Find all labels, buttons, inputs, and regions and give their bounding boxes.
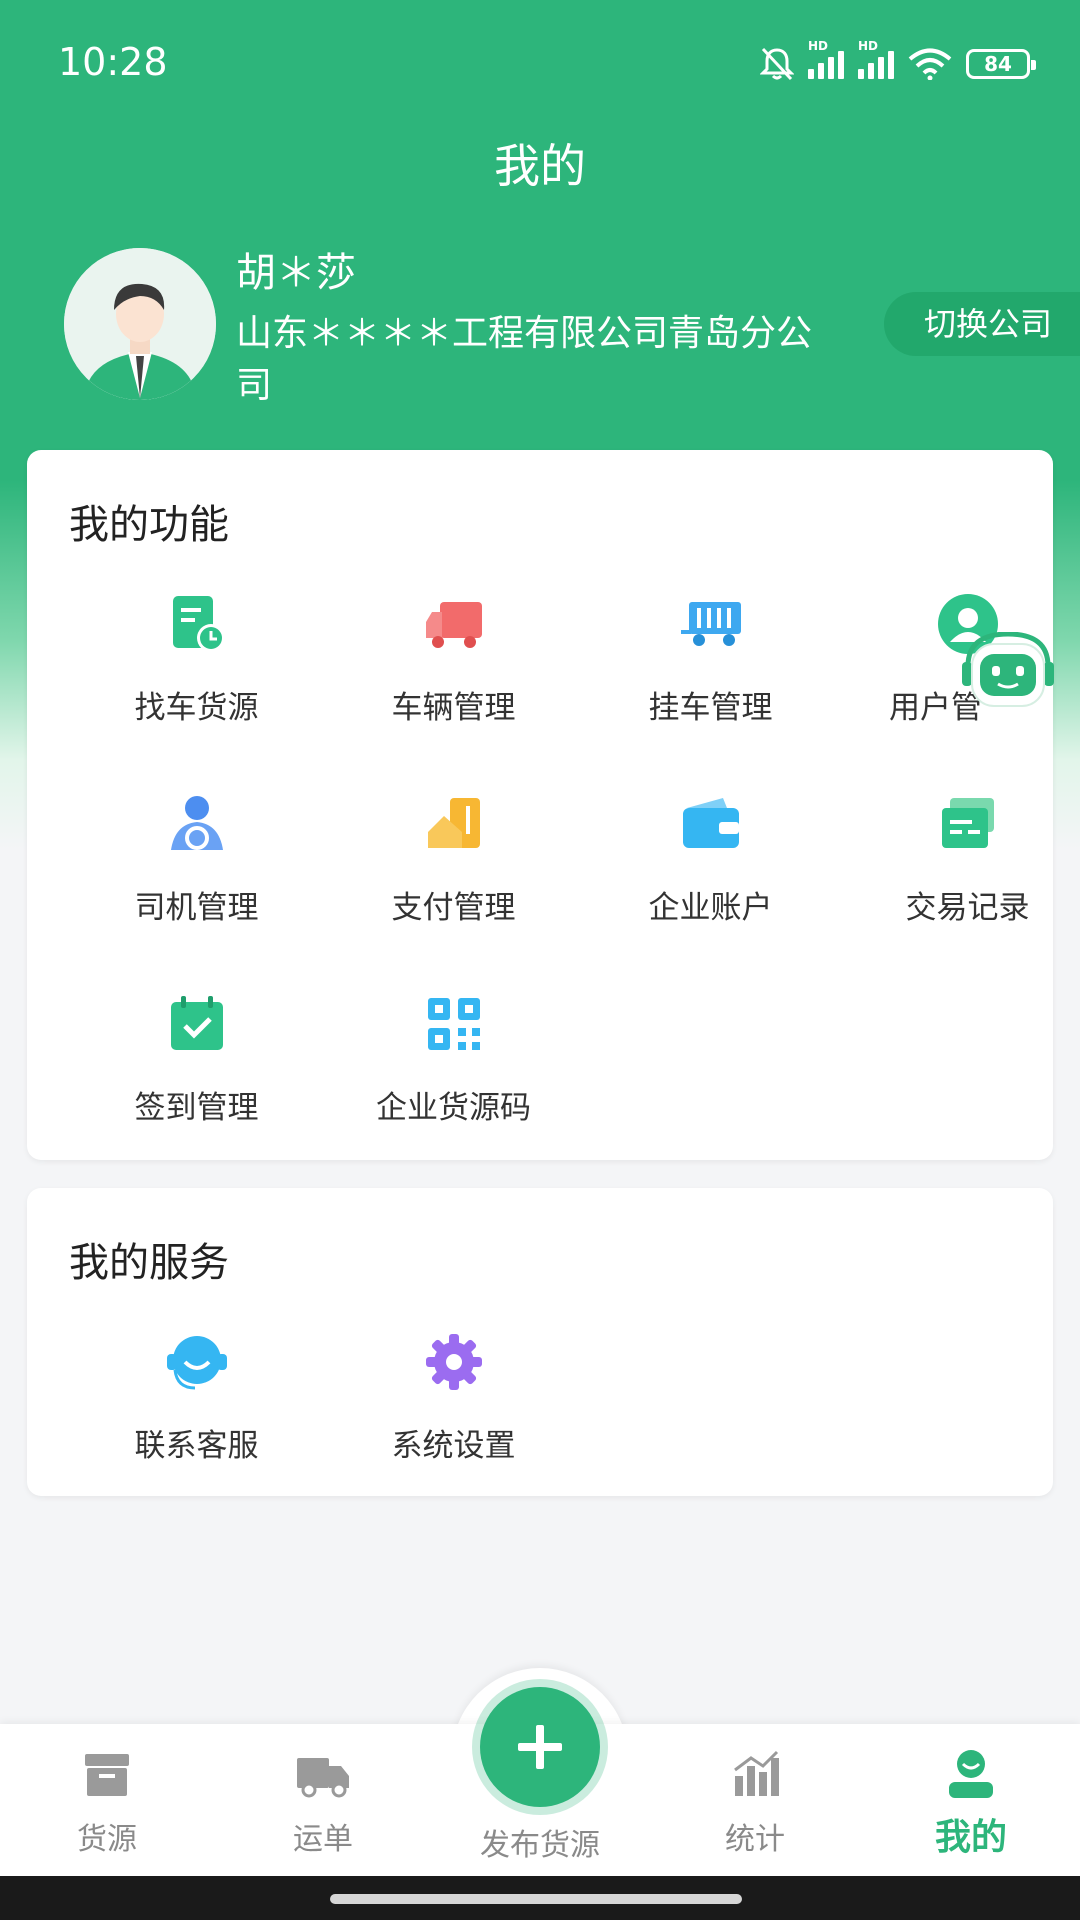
function-label: 企业账户 bbox=[648, 890, 773, 926]
customer-service-icon bbox=[166, 1336, 227, 1390]
function-find-cargo[interactable]: 找车货源 bbox=[68, 592, 325, 727]
services-title: 我的服务 bbox=[69, 1240, 229, 1286]
function-label: 企业货源码 bbox=[376, 1090, 531, 1126]
functions-card: 我的功能 找车货源 车辆管理 挂车管理 用户管 司机管理 支付管理 企业账户 交… bbox=[27, 450, 1053, 1160]
function-label: 找车货源 bbox=[134, 690, 259, 726]
assistant-robot-button[interactable] bbox=[958, 631, 1058, 716]
function-label: 签到管理 bbox=[134, 1090, 259, 1126]
tab-label: 我的 bbox=[934, 1817, 1007, 1858]
function-enterprise-account[interactable]: 企业账户 bbox=[582, 792, 839, 927]
home-indicator[interactable] bbox=[330, 1894, 742, 1904]
status-bar: 10:28 HD HD 84 bbox=[0, 0, 1080, 130]
function-label: 交易记录 bbox=[905, 890, 1030, 926]
status-icons: HD HD 84 bbox=[760, 39, 1036, 84]
function-label: 司机管理 bbox=[134, 890, 259, 926]
service-label: 联系客服 bbox=[134, 1428, 259, 1464]
function-vehicle-management[interactable]: 车辆管理 bbox=[325, 592, 582, 727]
tab-label: 运单 bbox=[293, 1822, 353, 1857]
settings-gear-icon bbox=[425, 1334, 482, 1390]
page-title: 我的 bbox=[494, 139, 586, 193]
tab-cargo[interactable]: 货源 bbox=[17, 1748, 197, 1858]
hd-label: HD bbox=[858, 39, 879, 53]
company-name: 山东＊＊＊＊工程有限公司青岛分公司 bbox=[236, 313, 813, 406]
function-label: 车辆管理 bbox=[391, 690, 516, 726]
battery-icon: 84 bbox=[966, 49, 1036, 79]
user-avatar-icon bbox=[64, 248, 216, 400]
tab-label: 统计 bbox=[725, 1822, 785, 1857]
hd-label: HD bbox=[808, 39, 829, 53]
profile-icon bbox=[949, 1750, 993, 1798]
service-label: 系统设置 bbox=[391, 1428, 516, 1464]
user-name: 胡＊莎 bbox=[236, 250, 356, 296]
function-label: 挂车管理 bbox=[648, 690, 773, 726]
tab-label: 货源 bbox=[77, 1822, 137, 1857]
tab-mine[interactable]: 我的 bbox=[881, 1748, 1061, 1860]
driver-icon bbox=[170, 796, 223, 850]
tab-waybill[interactable]: 运单 bbox=[233, 1748, 413, 1858]
cargo-search-icon bbox=[172, 596, 225, 652]
tab-statistics[interactable]: 统计 bbox=[665, 1748, 845, 1858]
function-payment-management[interactable]: 支付管理 bbox=[325, 792, 582, 927]
bar-chart-icon bbox=[734, 1750, 779, 1796]
avatar[interactable] bbox=[64, 248, 216, 400]
function-label: 支付管理 bbox=[391, 890, 516, 926]
bell-muted-icon bbox=[760, 47, 794, 81]
publish-cargo-label: 发布货源 bbox=[480, 1828, 600, 1863]
transaction-record-icon bbox=[941, 798, 994, 848]
qr-code-icon bbox=[427, 998, 480, 1050]
service-system-settings[interactable]: 系统设置 bbox=[325, 1330, 582, 1465]
switch-company-button[interactable]: 切换公司 bbox=[884, 292, 1080, 356]
truck-icon bbox=[425, 602, 482, 648]
box-icon bbox=[85, 1754, 129, 1796]
wifi-icon bbox=[908, 48, 952, 80]
status-time: 10:28 bbox=[58, 40, 168, 84]
plus-icon bbox=[518, 1725, 562, 1769]
trailer-icon bbox=[680, 602, 741, 646]
delivery-truck-icon bbox=[297, 1758, 349, 1798]
function-enterprise-cargo-code[interactable]: 企业货源码 bbox=[325, 992, 582, 1127]
functions-title: 我的功能 bbox=[69, 502, 229, 548]
publish-cargo-button[interactable] bbox=[480, 1687, 600, 1807]
signal-icon: HD bbox=[858, 39, 894, 79]
signal-icon: HD bbox=[808, 39, 844, 79]
function-check-in-management[interactable]: 签到管理 bbox=[68, 992, 325, 1127]
payment-icon bbox=[427, 798, 480, 848]
function-transaction-record[interactable]: 交易记录 bbox=[839, 792, 1080, 927]
robot-icon bbox=[962, 631, 1054, 707]
function-driver-management[interactable]: 司机管理 bbox=[68, 792, 325, 927]
calendar-check-icon bbox=[170, 996, 223, 1050]
services-card: 我的服务 联系客服 系统设置 bbox=[27, 1188, 1053, 1496]
function-trailer-management[interactable]: 挂车管理 bbox=[582, 592, 839, 727]
service-contact-support[interactable]: 联系客服 bbox=[68, 1330, 325, 1465]
wallet-icon bbox=[682, 798, 739, 848]
